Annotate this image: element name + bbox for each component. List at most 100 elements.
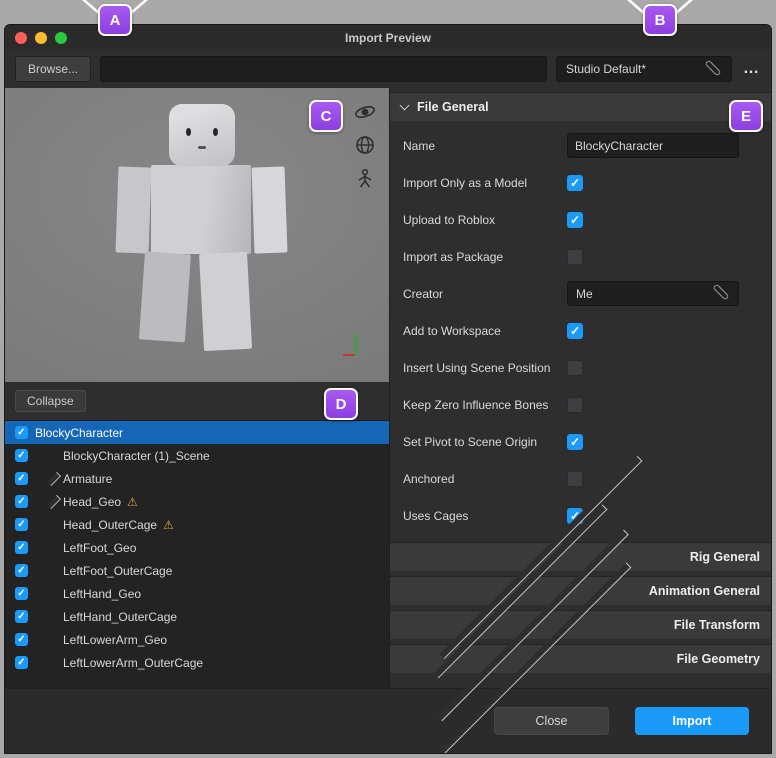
minimize-window-button[interactable] bbox=[35, 32, 47, 44]
tree-item-label: BlockyCharacter (1)_Scene bbox=[63, 449, 210, 463]
property-label: Keep Zero Influence Bones bbox=[403, 398, 567, 412]
chevron-down-icon bbox=[400, 101, 410, 111]
character-right-leg bbox=[199, 252, 252, 351]
property-label: Creator bbox=[403, 287, 567, 301]
more-options-button[interactable]: … bbox=[741, 60, 761, 78]
tree-row-leftfoot-outercage[interactable]: LeftFoot_OuterCage bbox=[5, 559, 389, 582]
tree-row-scene[interactable]: BlockyCharacter (1)_Scene bbox=[5, 444, 389, 467]
tree-item-checkbox[interactable] bbox=[15, 610, 28, 623]
section-title: File Transform bbox=[674, 618, 760, 632]
3d-preview-viewport[interactable] bbox=[5, 88, 389, 382]
tree-item-label: Head_Geo bbox=[63, 495, 121, 509]
tree-item-label: LeftHand_OuterCage bbox=[63, 610, 177, 624]
property-label: Upload to Roblox bbox=[403, 213, 567, 227]
tree-row-leftfoot-geo[interactable]: LeftFoot_Geo bbox=[5, 536, 389, 559]
property-row-insert-scene-position: Insert Using Scene Position bbox=[390, 349, 771, 386]
creator-dropdown[interactable]: Me bbox=[567, 281, 739, 306]
file-general-properties: Name Import Only as a Model Upload to Ro… bbox=[390, 121, 771, 542]
file-toolbar: Browse... Studio Default* … bbox=[5, 50, 771, 88]
tree-row-leftlowerarm-outercage[interactable]: LeftLowerArm_OuterCage bbox=[5, 651, 389, 674]
tree-item-checkbox[interactable] bbox=[15, 518, 28, 531]
annotation-badge-e: E bbox=[729, 100, 763, 132]
chevron-down-icon bbox=[705, 59, 722, 76]
tree-item-checkbox[interactable] bbox=[15, 426, 28, 439]
tree-item-checkbox[interactable] bbox=[15, 587, 28, 600]
rig-icon[interactable] bbox=[353, 166, 377, 190]
section-title: Animation General bbox=[649, 584, 760, 598]
character-torso bbox=[151, 165, 251, 254]
annotation-badge-d: D bbox=[324, 388, 358, 420]
tree-row-lefthand-geo[interactable]: LeftHand_Geo bbox=[5, 582, 389, 605]
tree-item-label: Head_OuterCage bbox=[63, 518, 157, 532]
property-label: Insert Using Scene Position bbox=[403, 361, 567, 375]
property-row-anchored: Anchored bbox=[390, 460, 771, 497]
creator-dropdown-value: Me bbox=[576, 287, 593, 301]
tree-item-checkbox[interactable] bbox=[15, 656, 28, 669]
browse-button[interactable]: Browse... bbox=[15, 56, 91, 82]
section-file-general[interactable]: File General bbox=[390, 92, 771, 121]
tree-item-label: LeftFoot_Geo bbox=[63, 541, 136, 555]
character-mouth bbox=[198, 146, 206, 149]
expand-chevron-icon[interactable] bbox=[47, 494, 61, 508]
tree-row-head-geo[interactable]: Head_Geo ⚠ bbox=[5, 490, 389, 513]
annotation-badge-b: B bbox=[643, 4, 677, 36]
property-label: Import Only as a Model bbox=[403, 176, 567, 190]
tree-item-checkbox[interactable] bbox=[15, 449, 28, 462]
property-label: Anchored bbox=[403, 472, 567, 486]
file-path-input[interactable] bbox=[100, 56, 547, 82]
tree-item-label: Armature bbox=[63, 472, 112, 486]
tree-item-checkbox[interactable] bbox=[15, 472, 28, 485]
axis-gizmo-x bbox=[343, 354, 355, 356]
axis-gizmo-y bbox=[355, 333, 357, 356]
import-button[interactable]: Import bbox=[635, 707, 749, 735]
camera-orbit-icon[interactable] bbox=[353, 100, 377, 124]
expand-chevron-icon[interactable] bbox=[47, 471, 61, 485]
tree-item-label: LeftHand_Geo bbox=[63, 587, 141, 601]
property-row-name: Name bbox=[390, 127, 771, 164]
close-window-button[interactable] bbox=[15, 32, 27, 44]
section-rig-general[interactable]: Rig General bbox=[390, 542, 771, 571]
import-as-package-checkbox[interactable] bbox=[567, 249, 583, 265]
tree-row-blockycharacter[interactable]: BlockyCharacter bbox=[5, 421, 389, 444]
close-button[interactable]: Close bbox=[494, 707, 609, 735]
tree-item-label: LeftLowerArm_OuterCage bbox=[63, 656, 203, 670]
annotation-badge-c: C bbox=[309, 100, 343, 132]
name-input[interactable] bbox=[567, 133, 739, 158]
chevron-down-icon bbox=[713, 284, 730, 301]
warning-icon: ⚠ bbox=[127, 496, 138, 508]
tree-item-checkbox[interactable] bbox=[15, 495, 28, 508]
globe-icon[interactable] bbox=[353, 133, 377, 157]
preset-dropdown[interactable]: Studio Default* bbox=[556, 56, 732, 82]
add-to-workspace-checkbox[interactable] bbox=[567, 323, 583, 339]
tree-item-checkbox[interactable] bbox=[15, 564, 28, 577]
tree-row-armature[interactable]: Armature bbox=[5, 467, 389, 490]
import-only-model-checkbox[interactable] bbox=[567, 175, 583, 191]
character-head bbox=[169, 104, 235, 166]
tree-item-checkbox[interactable] bbox=[15, 633, 28, 646]
upload-to-roblox-checkbox[interactable] bbox=[567, 212, 583, 228]
zoom-window-button[interactable] bbox=[55, 32, 67, 44]
import-preview-dialog: Import Preview Browse... Studio Default*… bbox=[4, 24, 772, 754]
tree-row-lefthand-outercage[interactable]: LeftHand_OuterCage bbox=[5, 605, 389, 628]
section-title: Rig General bbox=[690, 550, 760, 564]
anchored-checkbox[interactable] bbox=[567, 471, 583, 487]
character-eye bbox=[186, 128, 191, 136]
property-label: Name bbox=[403, 139, 567, 153]
properties-panel: File General Name Import Only as a Model… bbox=[390, 88, 771, 688]
tree-item-checkbox[interactable] bbox=[15, 541, 28, 554]
character-preview bbox=[117, 104, 289, 354]
character-left-arm bbox=[116, 166, 152, 253]
property-row-keep-zero-influence-bones: Keep Zero Influence Bones bbox=[390, 386, 771, 423]
property-row-set-pivot-scene-origin: Set Pivot to Scene Origin bbox=[390, 423, 771, 460]
tree-item-label: BlockyCharacter bbox=[35, 426, 123, 440]
insert-scene-position-checkbox[interactable] bbox=[567, 360, 583, 376]
tree-row-leftlowerarm-geo[interactable]: LeftLowerArm_Geo bbox=[5, 628, 389, 651]
collapse-button[interactable]: Collapse bbox=[15, 390, 86, 412]
tree-item-label: LeftFoot_OuterCage bbox=[63, 564, 172, 578]
keep-zero-influence-bones-checkbox[interactable] bbox=[567, 397, 583, 413]
tree-row-head-outercage[interactable]: Head_OuterCage ⚠ bbox=[5, 513, 389, 536]
dialog-footer: Close Import bbox=[5, 688, 771, 753]
property-row-creator: Creator Me bbox=[390, 275, 771, 312]
set-pivot-scene-origin-checkbox[interactable] bbox=[567, 434, 583, 450]
warning-icon: ⚠ bbox=[163, 519, 174, 531]
